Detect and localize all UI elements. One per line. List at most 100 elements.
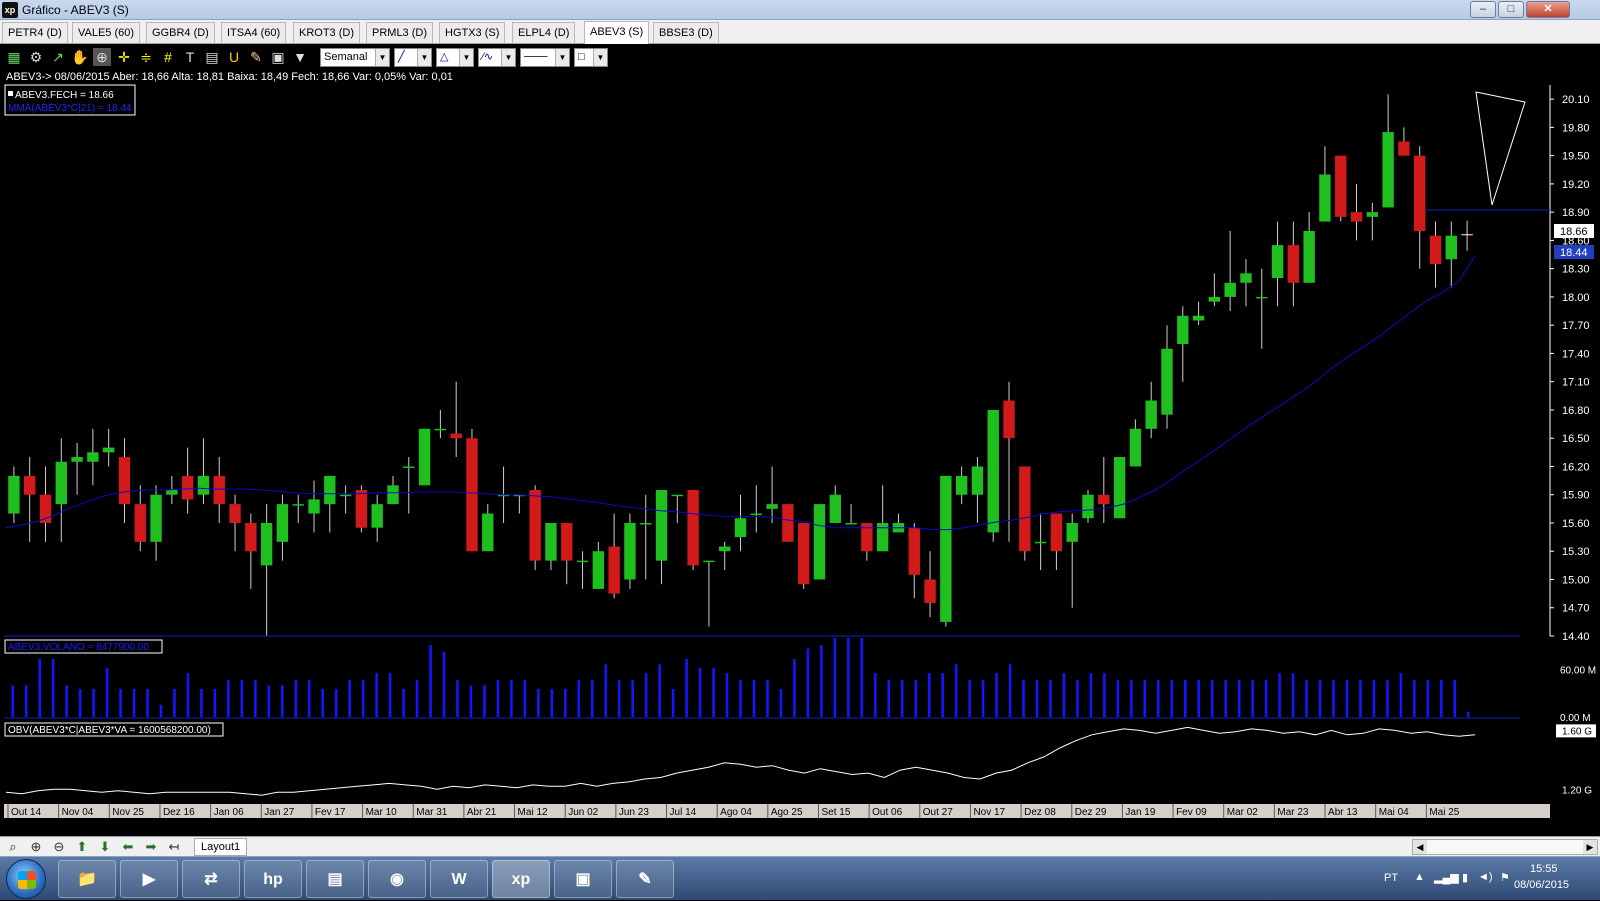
price-tick-label: 16.50 bbox=[1562, 433, 1590, 445]
line-style-select[interactable]: ─── ▼ bbox=[520, 48, 570, 67]
battery-icon[interactable]: ▮ bbox=[1462, 871, 1468, 884]
volume-bar bbox=[671, 688, 675, 717]
scroll-left-icon[interactable]: ◀ bbox=[1413, 840, 1427, 854]
media-player-task-icon[interactable]: ▶ bbox=[120, 860, 178, 898]
eraser-icon[interactable]: ✎ bbox=[247, 48, 265, 66]
horizontal-scrollbar[interactable]: ◀ ▶ bbox=[1412, 839, 1598, 855]
chart-icon[interactable]: ▦ bbox=[5, 48, 23, 66]
tab-itsa4[interactable]: ITSA4 (60) bbox=[221, 22, 287, 43]
study-tool-select[interactable]: ⁄∿ ▼ bbox=[478, 48, 516, 67]
go-start-icon[interactable]: ↤ bbox=[166, 839, 182, 855]
candle-body bbox=[87, 452, 99, 462]
arrow-up-icon[interactable]: ⬆ bbox=[74, 839, 90, 855]
language-indicator[interactable]: PT bbox=[1384, 872, 1398, 884]
triangle-drawing[interactable] bbox=[1475, 91, 1526, 206]
app-task-icon[interactable]: ▤ bbox=[306, 860, 364, 898]
arrow-right-icon[interactable]: ➡ bbox=[143, 839, 159, 855]
flag-notification-icon[interactable]: ⚑ bbox=[1500, 871, 1510, 884]
candle-body bbox=[829, 494, 841, 523]
tab-bbse3[interactable]: BBSE3 (D) bbox=[653, 22, 719, 43]
tab-prml3[interactable]: PRML3 (D) bbox=[366, 22, 434, 43]
volume-bar bbox=[496, 680, 500, 717]
candle-body bbox=[782, 504, 794, 542]
candle-body bbox=[655, 490, 668, 561]
candle-body bbox=[1224, 282, 1236, 297]
color-select[interactable]: □ ▼ bbox=[574, 48, 608, 67]
chrome-task-icon[interactable]: ◉ bbox=[368, 860, 426, 898]
hand-icon[interactable]: ✋ bbox=[71, 48, 89, 66]
calculator-icon[interactable]: ▤ bbox=[203, 48, 221, 66]
tab-hgtx3[interactable]: HGTX3 (S) bbox=[439, 22, 506, 43]
period-select[interactable]: Semanal ▼ bbox=[320, 48, 390, 67]
volume-bar bbox=[1062, 673, 1066, 717]
obv-tick-label: 1.20 G bbox=[1562, 785, 1592, 796]
zoom-in-icon[interactable]: ⊕ bbox=[28, 839, 44, 855]
text-icon[interactable]: T bbox=[181, 48, 199, 66]
grid-lines-icon[interactable]: # bbox=[159, 48, 177, 66]
tab-ggbr4[interactable]: GGBR4 (D) bbox=[146, 22, 215, 43]
clipboard-icon[interactable]: ▣ bbox=[269, 48, 287, 66]
word-task-icon[interactable]: W bbox=[430, 860, 488, 898]
tray-arrow-icon[interactable]: ▲ bbox=[1414, 871, 1425, 883]
chart-canvas[interactable]: 20.1019.8019.5019.2018.9018.6018.3018.00… bbox=[0, 69, 1600, 839]
volume-bar bbox=[712, 667, 715, 717]
tab-vale5[interactable]: VALE5 (60) bbox=[72, 22, 141, 43]
start-button[interactable] bbox=[6, 859, 46, 899]
explorer-task-icon[interactable]: 📁 bbox=[58, 860, 116, 898]
indicator-icon[interactable]: ↗ bbox=[49, 48, 67, 66]
volume-bar bbox=[563, 688, 567, 717]
candle-body bbox=[750, 513, 762, 516]
arrow-left-icon[interactable]: ⬅ bbox=[120, 839, 136, 855]
volume-bar bbox=[334, 688, 338, 717]
window-title: Gráfico - ABEV3 (S) bbox=[22, 3, 129, 17]
magnet-icon[interactable]: U bbox=[225, 48, 243, 66]
horizontal-lines-icon[interactable]: ≑ bbox=[137, 48, 155, 66]
time-axis: 1.60 G 1.20 G Out 14 Nov 04 Nov 25 Dez 16 Jan … bbox=[4, 724, 1596, 818]
zoom-fit-icon[interactable]: ⌕ bbox=[5, 839, 21, 855]
paint-task-icon[interactable]: ✎ bbox=[616, 860, 674, 898]
volume-bar bbox=[725, 673, 729, 717]
bottom-toolbar: ⌕ ⊕ ⊖ ⬆ ⬇ ⬅ ➡ ↤ Layout1 ◀ ▶ bbox=[0, 836, 1600, 856]
candle-body bbox=[671, 494, 684, 497]
candle-body bbox=[592, 551, 605, 589]
arrow-down-icon[interactable]: ⬇ bbox=[97, 839, 113, 855]
photo-task-icon[interactable]: ▣ bbox=[554, 860, 612, 898]
xp-task-icon[interactable]: xp bbox=[492, 860, 550, 898]
gear-icon[interactable]: ⚙ bbox=[27, 48, 45, 66]
network-task-icon[interactable]: ⇄ bbox=[182, 860, 240, 898]
clock-date[interactable]: 08/06/2015 bbox=[1514, 879, 1569, 891]
crosshair-icon[interactable]: ✛ bbox=[115, 48, 133, 66]
minimize-button[interactable]: – bbox=[1470, 1, 1496, 18]
candle-body bbox=[1145, 400, 1157, 429]
candle-body bbox=[134, 504, 146, 542]
price-tick-label: 20.10 bbox=[1562, 94, 1590, 106]
candle-body bbox=[118, 457, 131, 505]
tab-elpl4[interactable]: ELPL4 (D) bbox=[512, 22, 576, 43]
zoom-out-icon[interactable]: ⊖ bbox=[51, 839, 67, 855]
volume-bar bbox=[1440, 680, 1443, 717]
clock-time[interactable]: 15:55 bbox=[1530, 863, 1558, 875]
shape-tool-select[interactable]: △ ▼ bbox=[436, 48, 474, 67]
tab-abev3[interactable]: ABEV3 (S) bbox=[584, 21, 650, 44]
maximize-button[interactable]: □ bbox=[1498, 1, 1524, 18]
hp-task-icon[interactable]: hp bbox=[244, 860, 302, 898]
candle-body bbox=[1350, 212, 1363, 222]
network-signal-icon[interactable]: ▂▄▆ bbox=[1434, 871, 1459, 884]
tab-krot3[interactable]: KROT3 (D) bbox=[293, 22, 360, 43]
zoom-select-icon[interactable]: ⊕ bbox=[93, 48, 111, 66]
close-button[interactable]: ✕ bbox=[1526, 1, 1570, 18]
candle-body bbox=[229, 504, 241, 523]
filter-icon[interactable]: ▼ bbox=[291, 48, 309, 66]
line-tool-select[interactable]: ╱ ▼ bbox=[394, 48, 432, 67]
time-tick-label: Fev 17 bbox=[315, 807, 346, 818]
volume-bar bbox=[523, 680, 527, 717]
layout-tab[interactable]: Layout1 bbox=[194, 838, 248, 856]
volume-bar bbox=[254, 680, 257, 717]
tab-petr4[interactable]: PETR4 (D) bbox=[2, 22, 68, 43]
candle-body bbox=[1240, 273, 1252, 283]
candle-body bbox=[1019, 466, 1031, 552]
volume-icon[interactable]: ◄) bbox=[1478, 871, 1493, 883]
candle-body bbox=[1398, 141, 1410, 156]
price-tick-label: 18.90 bbox=[1562, 207, 1590, 219]
scroll-right-icon[interactable]: ▶ bbox=[1583, 840, 1597, 854]
